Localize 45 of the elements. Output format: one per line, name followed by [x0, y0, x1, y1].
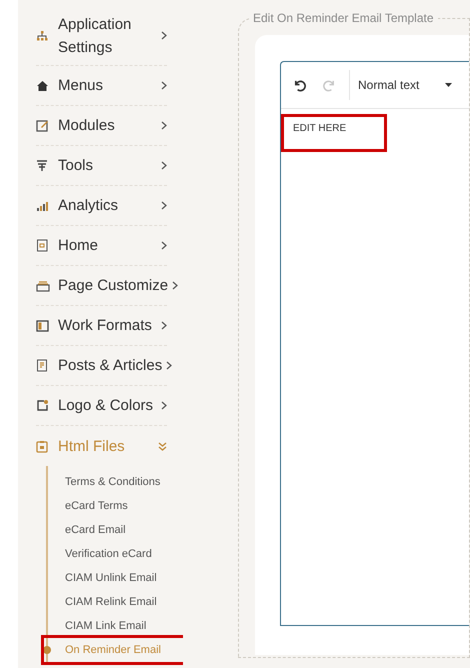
chevron-right-icon — [161, 81, 167, 90]
template-legend: Edit On Reminder Email Template — [249, 10, 438, 26]
document-icon — [36, 359, 48, 372]
menu-item[interactable]: Analytics — [58, 194, 157, 217]
submenu-item[interactable]: eCard Email — [65, 522, 126, 538]
hierarchy-icon — [36, 30, 48, 42]
menu-item[interactable]: Home — [58, 234, 157, 257]
menu-item[interactable]: Menus — [58, 74, 157, 97]
menu-item[interactable]: Modules — [58, 114, 157, 137]
menu-item[interactable]: Application Settings — [58, 12, 157, 58]
submenu-item[interactable]: CIAM Relink Email — [65, 594, 157, 610]
editor-text[interactable]: EDIT HERE — [293, 123, 346, 134]
chevron-right-icon — [161, 401, 167, 410]
submenu-item[interactable]: eCard Terms — [65, 498, 128, 514]
undo-icon — [292, 78, 306, 92]
redo-icon — [322, 78, 336, 92]
chevron-right-icon — [161, 161, 167, 170]
chevron-right-icon — [166, 361, 172, 370]
chevron-right-icon — [161, 241, 167, 250]
menu-item[interactable]: Posts & Articles — [58, 354, 162, 377]
house-icon — [36, 80, 49, 92]
chevron-right-icon — [161, 31, 167, 40]
tray-icon — [36, 280, 50, 292]
menu-item[interactable]: Page Customize — [58, 274, 168, 297]
double-chevron-down-icon — [158, 442, 167, 450]
menu-item[interactable]: Logo & Colors — [58, 394, 157, 417]
chevron-right-icon — [161, 321, 167, 330]
dropdown-caret-icon — [445, 83, 452, 87]
clipboard-icon — [36, 440, 48, 452]
logo-icon — [36, 399, 49, 412]
tool-icon — [36, 159, 48, 172]
menu-item[interactable]: Work Formats — [58, 314, 157, 337]
submenu-item[interactable]: Verification eCard — [65, 546, 152, 562]
chevron-right-icon — [172, 281, 178, 290]
bar-chart-icon — [36, 200, 49, 212]
submenu-item[interactable]: CIAM Link Email — [65, 618, 146, 634]
chevron-right-icon — [161, 201, 167, 210]
submenu-item[interactable]: CIAM Unlink Email — [65, 570, 157, 586]
panel-icon — [36, 320, 49, 332]
book-icon — [36, 239, 48, 252]
submenu-item[interactable]: Terms & Conditions — [65, 474, 160, 490]
chevron-right-icon — [161, 121, 167, 130]
edit-icon — [36, 119, 49, 132]
menu-item[interactable]: Tools — [58, 154, 157, 177]
block-format-dropdown[interactable]: Normal text — [358, 76, 452, 94]
